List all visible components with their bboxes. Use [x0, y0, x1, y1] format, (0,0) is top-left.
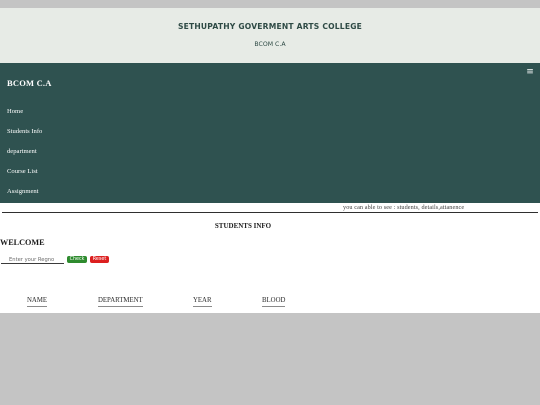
info-marquee: you can able to see : students, details,… [343, 204, 465, 211]
nav-item-department[interactable]: department [7, 148, 37, 155]
column-header-department: DEPARTMENT [98, 297, 143, 307]
check-button[interactable]: Check [67, 256, 87, 263]
side-navigation: BCOM C.A ≡ Home Students Info department… [0, 63, 540, 203]
nav-item-assignment[interactable]: Assignment [7, 188, 39, 195]
section-divider [2, 212, 538, 213]
regno-input[interactable] [1, 256, 64, 264]
browser-top-strip [0, 0, 540, 8]
welcome-heading: WELCOME [0, 238, 45, 247]
column-header-blood: BLOOD [262, 297, 286, 307]
empty-page-area [0, 313, 540, 405]
column-header-year: YEAR [193, 297, 212, 307]
column-header-name: NAME [27, 297, 48, 307]
reset-button[interactable]: Reset [90, 256, 109, 263]
nav-item-home[interactable]: Home [7, 108, 23, 115]
nav-item-students-info[interactable]: Students Info [7, 128, 42, 135]
students-info-section: you can able to see : students, details,… [0, 203, 540, 313]
header-subtitle: BCOM C.A [254, 41, 286, 48]
nav-brand[interactable]: BCOM C.A [7, 78, 52, 88]
college-header: SETHUPATHY GOVERMENT ARTS COLLEGE BCOM C… [0, 8, 540, 63]
section-title: STUDENTS INFO [214, 222, 272, 230]
hamburger-menu-icon[interactable]: ≡ [526, 68, 534, 77]
nav-item-course-list[interactable]: Course List [7, 168, 38, 175]
college-name: SETHUPATHY GOVERMENT ARTS COLLEGE [177, 22, 363, 31]
